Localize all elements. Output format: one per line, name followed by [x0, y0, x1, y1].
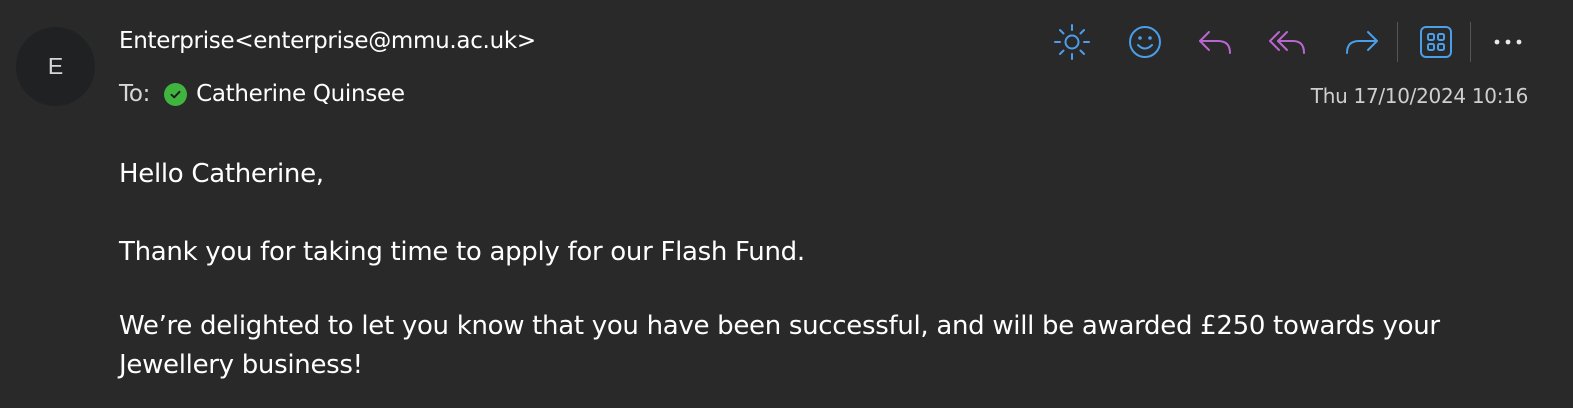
sender-name[interactable]: Enterprise<enterprise@mmu.ac.uk> — [119, 26, 536, 56]
toolbar-divider — [1470, 22, 1471, 62]
body-paragraph: We’re delighted to let you know that you… — [119, 311, 1440, 380]
avatar[interactable]: E — [16, 27, 95, 106]
message-toolbar — [1050, 20, 1530, 64]
body-paragraph: Thank you for taking time to apply for o… — [119, 237, 805, 267]
reply-all-icon[interactable] — [1266, 20, 1310, 64]
apps-icon[interactable] — [1414, 20, 1458, 64]
sun-icon[interactable] — [1050, 20, 1094, 64]
to-label: To: — [119, 81, 151, 107]
timestamp: Thu 17/10/2024 10:16 — [1310, 84, 1529, 108]
forward-icon[interactable] — [1339, 20, 1383, 64]
message-body: Hello Catherine, Thank you for taking ti… — [119, 155, 1519, 385]
avatar-initial: E — [47, 53, 64, 79]
verified-check-icon — [164, 82, 188, 106]
more-icon[interactable] — [1486, 20, 1530, 64]
toolbar-divider — [1397, 22, 1398, 62]
recipients-row: To: Catherine Quinsee — [119, 79, 405, 109]
smiley-icon[interactable] — [1123, 20, 1167, 64]
recipient-name[interactable]: Catherine Quinsee — [196, 79, 405, 109]
reply-icon[interactable] — [1194, 20, 1238, 64]
greeting-line: Hello Catherine, — [119, 159, 324, 189]
